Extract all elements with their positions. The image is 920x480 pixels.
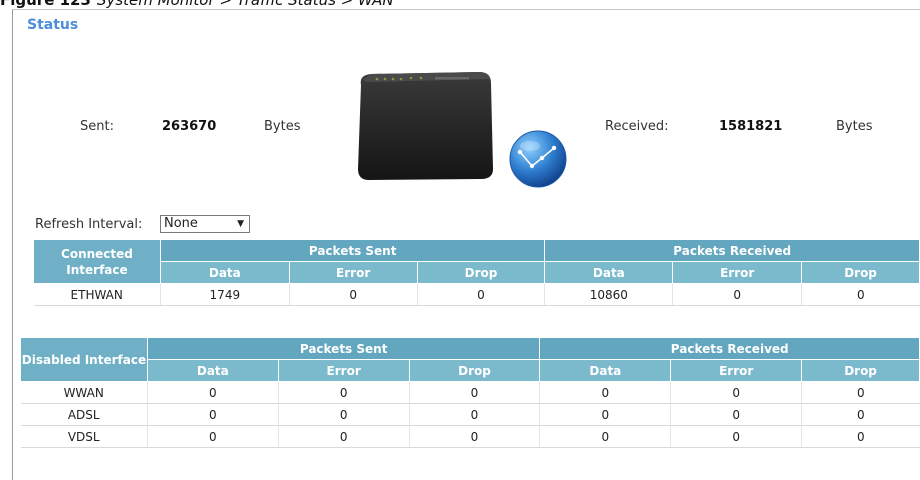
packets-received-header: Packets Received bbox=[539, 337, 920, 360]
table-row: ETHWAN 1749 0 0 10860 0 0 bbox=[33, 283, 920, 306]
router-device-image bbox=[355, 71, 495, 181]
received-unit: Bytes bbox=[836, 119, 873, 134]
interface-cell: ADSL bbox=[20, 403, 148, 426]
refresh-interval-label: Refresh Interval: bbox=[35, 217, 143, 232]
disabled-interface-table: Disabled Interface Packets Sent Packets … bbox=[20, 337, 920, 448]
column-header: Data bbox=[544, 261, 674, 284]
figure-label: Figure 123 bbox=[0, 0, 91, 9]
table-cell: 0 bbox=[408, 381, 540, 404]
table-cell: 0 bbox=[277, 403, 410, 426]
packets-sent-header: Packets Sent bbox=[159, 239, 546, 262]
table-cell: 0 bbox=[146, 381, 279, 404]
table-cell: 0 bbox=[288, 283, 418, 306]
interface-cell: ETHWAN bbox=[33, 283, 161, 306]
table-cell: 0 bbox=[539, 425, 671, 448]
connected-interface-table: Connected Interface Packets Sent Packets… bbox=[33, 239, 920, 306]
column-header: Drop bbox=[416, 261, 546, 284]
disabled-interface-header: Disabled Interface bbox=[20, 337, 148, 382]
table-cell: 1749 bbox=[159, 283, 290, 306]
table-cell: 0 bbox=[408, 425, 540, 448]
table-cell: 0 bbox=[801, 283, 920, 306]
column-header: Drop bbox=[408, 359, 541, 382]
table-cell: 0 bbox=[277, 381, 410, 404]
globe-icon bbox=[506, 128, 570, 190]
figure-caption: Figure 123 System Monitor > Traffic Statu… bbox=[0, 0, 920, 9]
column-header: Error bbox=[670, 359, 803, 382]
table-cell: 10860 bbox=[544, 283, 673, 306]
sent-unit: Bytes bbox=[264, 119, 301, 134]
table-cell: 0 bbox=[408, 403, 540, 426]
table-cell: 0 bbox=[672, 283, 802, 306]
interface-cell: WWAN bbox=[20, 381, 148, 404]
table-cell: 0 bbox=[416, 283, 545, 306]
table-cell: 0 bbox=[277, 425, 410, 448]
received-value: 1581821 bbox=[719, 119, 783, 134]
table-cell: 0 bbox=[801, 425, 920, 448]
sent-label: Sent: bbox=[80, 119, 114, 134]
column-header: Drop bbox=[801, 359, 920, 382]
column-header: Drop bbox=[801, 261, 920, 284]
table-cell: 0 bbox=[670, 403, 802, 426]
refresh-interval-select[interactable]: None ▼ bbox=[160, 215, 250, 233]
column-header: Data bbox=[539, 359, 672, 382]
packets-received-header: Packets Received bbox=[544, 239, 920, 262]
table-row: VDSL 0 0 0 0 0 0 bbox=[20, 425, 920, 448]
connected-interface-header: Connected Interface bbox=[33, 239, 161, 284]
column-header: Error bbox=[288, 261, 418, 284]
table-cell: 0 bbox=[146, 425, 279, 448]
table-cell: 0 bbox=[801, 381, 920, 404]
table-cell: 0 bbox=[670, 425, 802, 448]
packets-sent-header: Packets Sent bbox=[146, 337, 541, 360]
interface-cell: VDSL bbox=[20, 425, 148, 448]
table-cell: 0 bbox=[801, 403, 920, 426]
table-cell: 0 bbox=[670, 381, 802, 404]
column-header: Data bbox=[159, 261, 290, 284]
table-row: ADSL 0 0 0 0 0 0 bbox=[20, 403, 920, 426]
column-header: Error bbox=[672, 261, 803, 284]
table-cell: 0 bbox=[539, 381, 671, 404]
column-header: Data bbox=[146, 359, 279, 382]
table-row: WWAN 0 0 0 0 0 0 bbox=[20, 381, 920, 404]
dropdown-arrow-icon: ▼ bbox=[237, 219, 244, 229]
received-label: Received: bbox=[605, 119, 669, 134]
figure-title: System Monitor > Traffic Status > WAN bbox=[96, 0, 394, 9]
table-cell: 0 bbox=[146, 403, 279, 426]
column-header: Error bbox=[277, 359, 410, 382]
table-cell: 0 bbox=[539, 403, 671, 426]
refresh-interval-value: None bbox=[164, 216, 198, 231]
sent-value: 263670 bbox=[162, 119, 217, 134]
status-title: Status bbox=[27, 17, 79, 33]
